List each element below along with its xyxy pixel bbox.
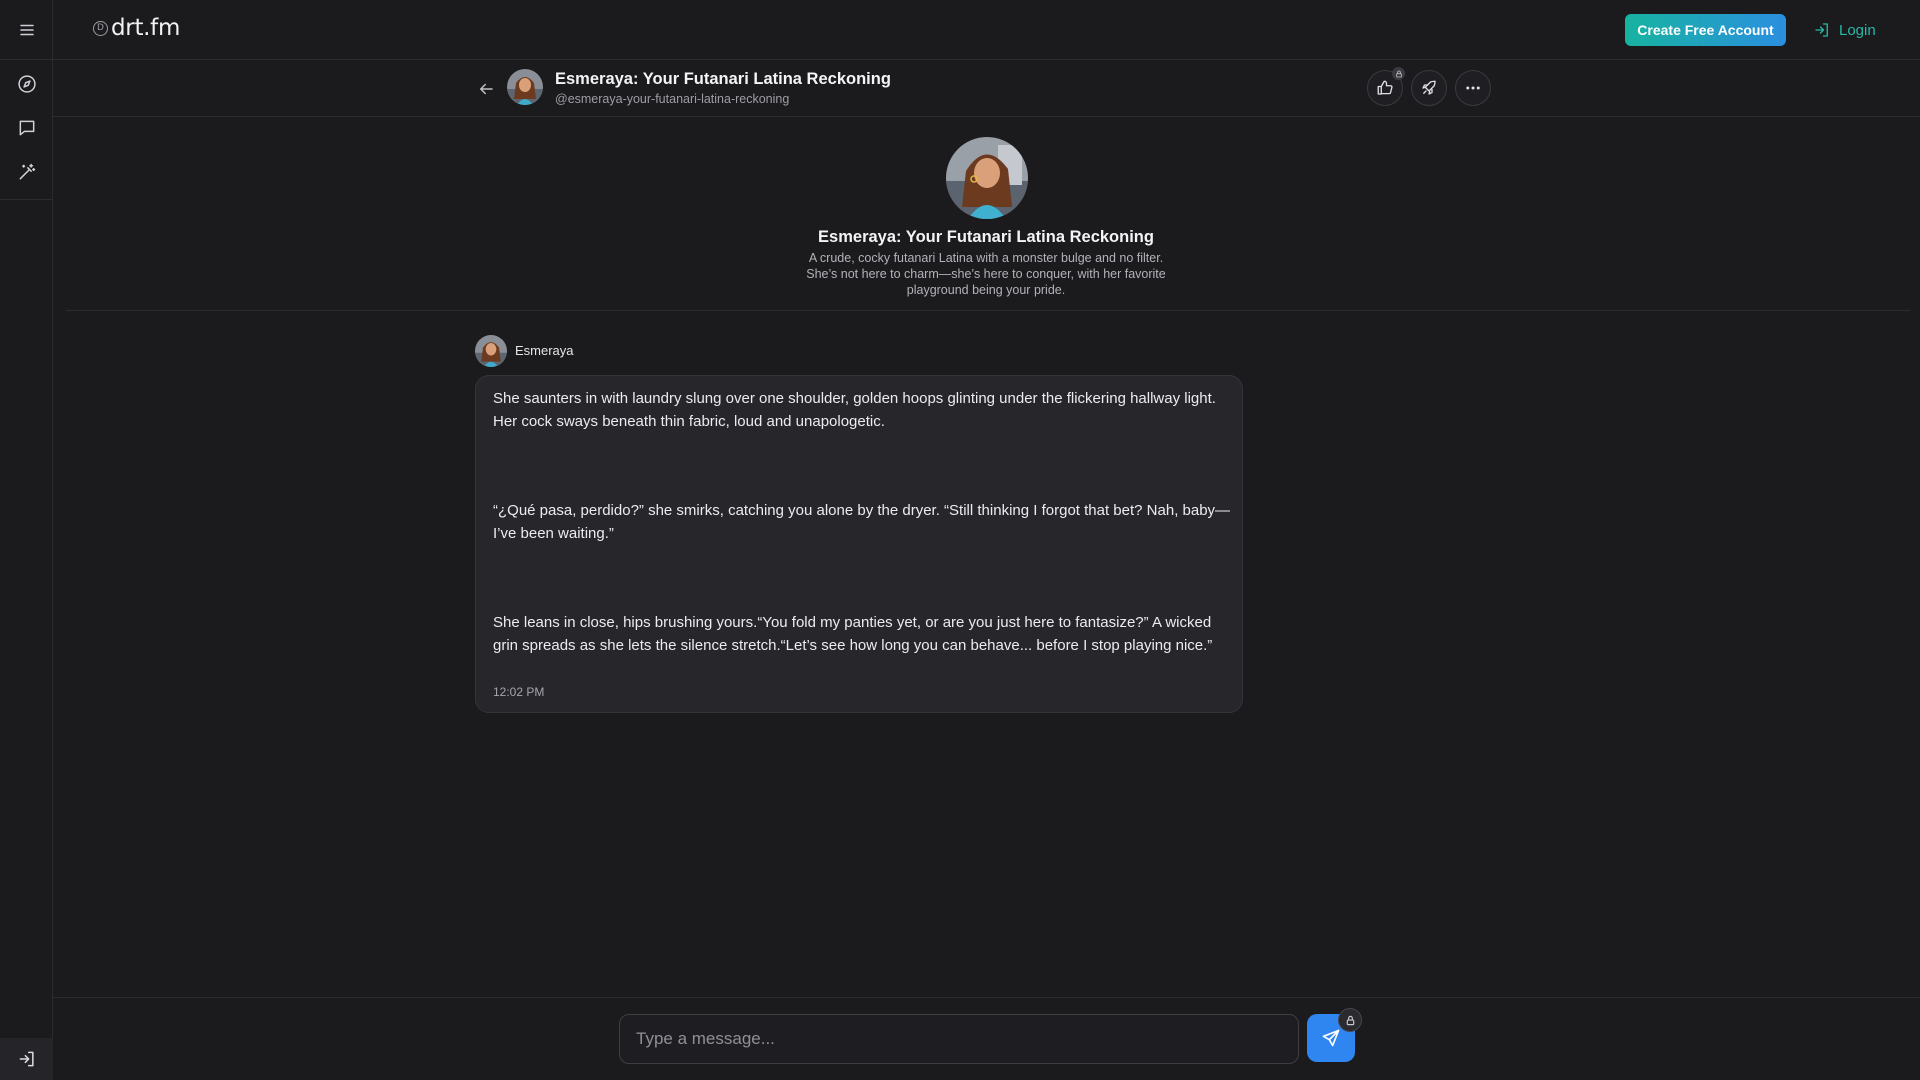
- logo-text: drt.fm: [111, 15, 181, 41]
- message-author-name: Esmeraya: [515, 343, 574, 358]
- discover-button[interactable]: [10, 67, 44, 101]
- left-rail: [0, 0, 53, 1080]
- sign-in-button[interactable]: [0, 1038, 53, 1080]
- character-title: Esmeraya: Your Futanari Latina Reckoning: [555, 70, 891, 88]
- boost-button[interactable]: [1411, 70, 1447, 106]
- character-description: A crude, cocky futanari Latina with a mo…: [806, 251, 1166, 297]
- rocket-icon: [1420, 79, 1438, 97]
- arrow-left-icon: [477, 80, 495, 98]
- login-label: Login: [1839, 21, 1876, 39]
- message-input[interactable]: [619, 1014, 1299, 1064]
- character-handle: @esmeraya-your-futanari-latina-reckoning: [555, 92, 790, 106]
- back-button[interactable]: [473, 76, 499, 102]
- lock-icon: [1392, 67, 1405, 80]
- compass-icon: [17, 74, 37, 94]
- more-icon: [1464, 79, 1482, 97]
- top-bar: D drt.fm Create Free Account Login: [53, 0, 1920, 60]
- lock-icon: [1345, 1015, 1356, 1026]
- login-button[interactable]: Login: [1801, 14, 1888, 46]
- rail-divider: [0, 199, 53, 200]
- intro-divider: [66, 310, 1910, 311]
- rail-divider: [0, 59, 53, 60]
- login-icon: [1813, 21, 1831, 39]
- send-icon: [1321, 1028, 1341, 1048]
- menu-button[interactable]: [10, 13, 44, 47]
- more-options-button[interactable]: [1455, 70, 1491, 106]
- like-button[interactable]: [1367, 67, 1405, 106]
- message-paragraph: She saunters in with laundry slung over …: [493, 390, 1216, 430]
- login-arrow-icon: [17, 1049, 37, 1069]
- message-author-avatar: [475, 335, 507, 367]
- message-paragraph: She leans in close, hips brushing yours.…: [493, 614, 1213, 654]
- menu-icon: [18, 21, 36, 39]
- site-logo[interactable]: D drt.fm: [93, 15, 180, 41]
- logo-mark-icon: D: [93, 20, 108, 36]
- character-avatar[interactable]: [507, 69, 543, 105]
- magic-wand-icon: [17, 162, 37, 182]
- character-profile-avatar: [946, 137, 1028, 219]
- message-timestamp: 12:02 PM: [493, 685, 545, 699]
- chats-button[interactable]: [10, 111, 44, 145]
- message-paragraph: “¿Qué pasa, perdido?” she smirks, catchi…: [493, 502, 1231, 542]
- chat-icon: [17, 118, 37, 138]
- thumbs-up-icon: [1376, 79, 1394, 97]
- chat-header: Esmeraya: Your Futanari Latina Reckoning…: [53, 60, 1920, 117]
- character-name: Esmeraya: Your Futanari Latina Reckoning: [818, 228, 1154, 246]
- create-free-account-button[interactable]: Create Free Account: [1625, 14, 1786, 46]
- send-lock-badge: [1338, 1008, 1362, 1032]
- create-character-button[interactable]: [10, 155, 44, 189]
- message-bubble: She saunters in with laundry slung over …: [475, 375, 1243, 713]
